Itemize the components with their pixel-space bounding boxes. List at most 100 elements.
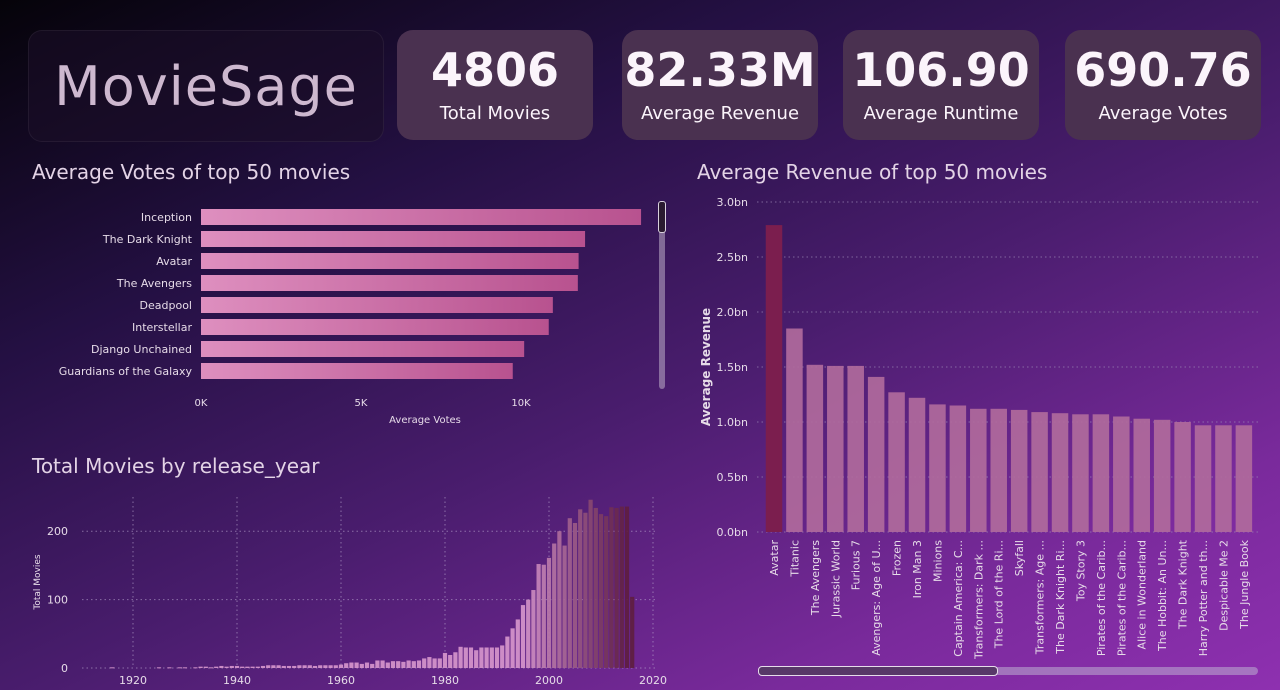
bar: [494, 647, 500, 668]
bar: [593, 507, 598, 668]
bar: [448, 655, 453, 668]
bar: [406, 660, 411, 668]
bar: [458, 646, 463, 668]
bar: [245, 666, 250, 668]
bar: [390, 661, 396, 668]
bar: [432, 658, 437, 668]
bar: [520, 605, 526, 668]
bar: [276, 665, 281, 668]
bar: [552, 543, 557, 668]
bar: [588, 499, 593, 668]
bar: [328, 665, 333, 668]
bar: [567, 518, 572, 668]
votes-chart-scrollbar-thumb[interactable]: [658, 201, 666, 233]
bar: [240, 666, 245, 668]
revenue-chart-scrollbar[interactable]: [758, 666, 1258, 676]
bar: [375, 660, 380, 668]
votes-chart-scrollbar[interactable]: [658, 201, 666, 389]
bar: [255, 666, 260, 668]
bar: [370, 663, 375, 668]
bar: [250, 666, 255, 668]
bar: [364, 662, 370, 668]
bar: [156, 667, 162, 669]
bar: [526, 599, 531, 668]
bar: [260, 665, 266, 668]
bar: [349, 662, 354, 668]
bar: [323, 665, 328, 668]
y-tick-label: 0: [61, 662, 68, 675]
bar: [203, 666, 208, 668]
bar: [167, 667, 172, 669]
bar: [234, 665, 240, 668]
bar: [505, 636, 510, 668]
bar: [344, 663, 349, 668]
bar: [541, 564, 546, 668]
bar: [198, 666, 203, 668]
y-tick-label: 100: [47, 594, 68, 607]
bar: [416, 660, 422, 668]
bar: [630, 596, 635, 668]
bar: [442, 652, 448, 668]
bar: [354, 662, 359, 668]
bar: [468, 647, 474, 668]
bar: [110, 667, 115, 669]
bar: [380, 660, 385, 668]
bar: [474, 650, 479, 668]
bar: [177, 667, 182, 669]
bar: [453, 652, 458, 668]
bar: [422, 658, 427, 668]
bar: [614, 507, 619, 668]
bar: [214, 666, 219, 668]
bar: [583, 512, 588, 668]
bar: [333, 665, 338, 668]
bar: [193, 667, 198, 669]
bar: [219, 665, 224, 668]
x-tick-label: 1980: [431, 674, 459, 687]
bar: [224, 666, 229, 668]
bar: [609, 507, 614, 668]
revenue-chart-scrollbar-thumb[interactable]: [758, 666, 998, 676]
bar: [604, 516, 609, 668]
bar: [271, 665, 276, 668]
x-tick-label: 1920: [119, 674, 147, 687]
bar: [562, 545, 567, 668]
bar: [484, 647, 489, 668]
bar: [624, 506, 630, 668]
x-tick-label: 1940: [223, 674, 251, 687]
bar: [578, 509, 583, 668]
bar: [463, 647, 468, 668]
bar: [286, 665, 292, 668]
bar: [318, 665, 323, 668]
bar: [427, 657, 432, 668]
bar: [619, 506, 624, 668]
bar: [401, 661, 406, 668]
bar: [307, 665, 312, 668]
bar: [437, 658, 442, 668]
bar: [229, 665, 234, 668]
bar: [385, 662, 390, 668]
bar: [557, 531, 562, 668]
bar: [500, 645, 505, 668]
bar: [598, 514, 604, 668]
y-axis-label: Total Movies: [33, 554, 43, 611]
bar: [292, 665, 297, 668]
bar: [531, 590, 536, 668]
release-year-bar-chart: 0 100 200 1920 1940 1960 1980 2000 2020 Total Mov…: [33, 497, 667, 687]
bar: [302, 665, 307, 668]
bar: [312, 665, 318, 668]
x-tick-label: 2000: [535, 674, 563, 687]
bar: [281, 665, 286, 668]
bar: [396, 661, 401, 668]
bar: [515, 619, 520, 668]
bar: [536, 564, 541, 668]
bar: [546, 557, 552, 668]
bar: [479, 647, 484, 668]
x-tick-label: 1960: [327, 674, 355, 687]
bar: [266, 665, 271, 668]
y-tick-label: 200: [47, 525, 68, 538]
bar: [489, 647, 494, 668]
bar: [510, 628, 515, 668]
bar: [182, 667, 188, 669]
bar: [208, 667, 214, 669]
bar: [359, 663, 364, 668]
